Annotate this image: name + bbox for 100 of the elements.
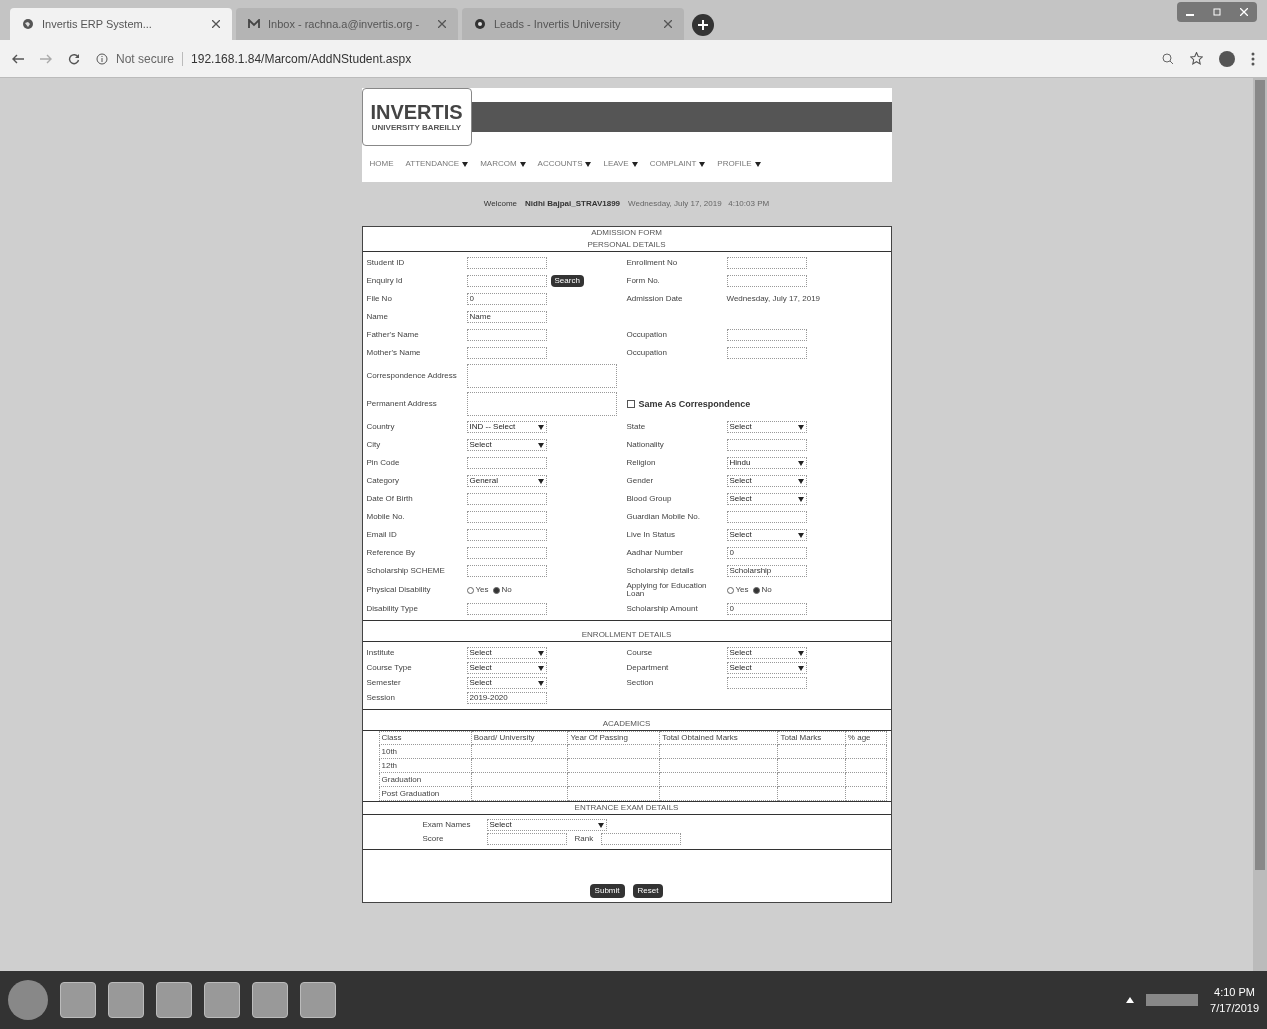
- browser-tab[interactable]: Invertis ERP System...: [10, 8, 232, 40]
- nav-menu-item[interactable]: COMPLAINT: [649, 158, 706, 170]
- input-cell[interactable]: [471, 786, 568, 801]
- input-field[interactable]: 2019-2020: [466, 692, 547, 704]
- window-controls[interactable]: [1177, 2, 1257, 22]
- scrollbar[interactable]: [1253, 78, 1267, 971]
- input-field[interactable]: 0: [466, 293, 547, 305]
- radio-button[interactable]: [466, 586, 474, 594]
- forward-arrow-icon[interactable]: [40, 53, 52, 64]
- input-cell[interactable]: [567, 772, 660, 787]
- input-field[interactable]: [726, 329, 807, 341]
- select-dropdown[interactable]: Select: [726, 421, 807, 433]
- select-dropdown[interactable]: Select: [466, 662, 547, 674]
- input-field[interactable]: [726, 257, 807, 269]
- input-field[interactable]: Name: [466, 311, 547, 323]
- textarea-field[interactable]: [466, 364, 617, 388]
- radio-label: No: [761, 586, 772, 594]
- input-field[interactable]: 0: [726, 603, 807, 615]
- checkbox[interactable]: [626, 400, 635, 408]
- input-cell[interactable]: [471, 772, 568, 787]
- input-field[interactable]: [466, 347, 547, 359]
- radio-button[interactable]: [492, 586, 500, 594]
- input-field[interactable]: [726, 275, 807, 287]
- tray-arrow-icon[interactable]: [1126, 997, 1135, 1003]
- radio-button[interactable]: [752, 586, 760, 594]
- select-dropdown[interactable]: Select: [466, 439, 547, 451]
- input-cell[interactable]: [845, 772, 886, 787]
- select-dropdown[interactable]: Select: [726, 493, 807, 505]
- input-cell[interactable]: [567, 744, 660, 759]
- select-dropdown[interactable]: Select: [726, 647, 807, 659]
- nav-menu-item[interactable]: ACCOUNTS: [537, 158, 592, 170]
- input-cell[interactable]: [777, 744, 846, 759]
- dropdown-arrow-icon: [797, 478, 804, 484]
- input-cell[interactable]: [471, 744, 568, 759]
- input-field[interactable]: [466, 275, 547, 287]
- textarea-field[interactable]: [466, 392, 617, 416]
- nav-menu-item[interactable]: PROFILE: [717, 158, 761, 170]
- select-dropdown[interactable]: Select: [466, 677, 547, 689]
- maximize-icon[interactable]: [1213, 8, 1221, 16]
- input-field[interactable]: [486, 833, 567, 845]
- select-dropdown[interactable]: Select: [726, 475, 807, 487]
- input-field[interactable]: [726, 511, 807, 523]
- close-icon[interactable]: [438, 20, 446, 28]
- menu-icon[interactable]: [1251, 51, 1255, 66]
- reload-icon[interactable]: [68, 52, 80, 65]
- input-cell[interactable]: [659, 758, 778, 773]
- input-cell[interactable]: [659, 786, 778, 801]
- select-dropdown[interactable]: IND -- Select: [466, 421, 547, 433]
- select-dropdown[interactable]: General: [466, 475, 547, 487]
- input-cell[interactable]: [659, 744, 778, 759]
- select-dropdown[interactable]: Select: [726, 529, 807, 541]
- new-tab-button[interactable]: [692, 14, 714, 36]
- input-cell[interactable]: [567, 758, 660, 773]
- nav-menu-item[interactable]: HOME: [369, 158, 394, 170]
- input-field[interactable]: [466, 511, 547, 523]
- start-button[interactable]: [8, 980, 48, 1020]
- field-label: City: [366, 441, 382, 449]
- close-icon[interactable]: [664, 20, 672, 28]
- input-field[interactable]: 0: [726, 547, 807, 559]
- input-cell[interactable]: [777, 772, 846, 787]
- nav-menu-item[interactable]: MARCOM: [480, 158, 526, 170]
- input-field[interactable]: Scholarship: [726, 565, 807, 577]
- select-dropdown[interactable]: Select: [486, 819, 607, 831]
- input-field[interactable]: [466, 603, 547, 615]
- radio-button[interactable]: [726, 586, 734, 594]
- input-field[interactable]: [466, 329, 547, 341]
- select-dropdown[interactable]: Hindu: [726, 457, 807, 469]
- search-button[interactable]: Search: [550, 275, 584, 287]
- input-cell[interactable]: [777, 786, 846, 801]
- input-cell[interactable]: [845, 744, 886, 759]
- address-bar[interactable]: Not secure 192.168.1.84/Marcom/AddNStudent.aspx: [96, 49, 1146, 68]
- input-field[interactable]: [466, 257, 547, 269]
- input-cell[interactable]: [471, 758, 568, 773]
- form-button[interactable]: Reset: [632, 884, 664, 898]
- form-button[interactable]: Submit: [589, 884, 625, 898]
- select-dropdown[interactable]: Select: [726, 662, 807, 674]
- input-cell[interactable]: [845, 758, 886, 773]
- nav-menu-item[interactable]: ATTENDANCE: [405, 158, 469, 170]
- input-field[interactable]: [726, 677, 807, 689]
- input-cell[interactable]: [659, 772, 778, 787]
- input-field[interactable]: [466, 547, 547, 559]
- profile-avatar[interactable]: [1219, 50, 1235, 67]
- input-field[interactable]: [466, 565, 547, 577]
- input-cell[interactable]: [567, 786, 660, 801]
- input-field[interactable]: [466, 493, 547, 505]
- input-field[interactable]: [601, 833, 682, 845]
- input-field[interactable]: [726, 347, 807, 359]
- input-field[interactable]: [466, 457, 547, 469]
- select-dropdown[interactable]: Select: [466, 647, 547, 659]
- star-icon[interactable]: [1190, 52, 1203, 65]
- zoom-icon[interactable]: [1162, 52, 1174, 65]
- close-icon[interactable]: [212, 20, 220, 28]
- browser-tab[interactable]: Inbox - rachna.a@invertis.org -: [236, 8, 458, 40]
- browser-tab[interactable]: Leads - Invertis University: [462, 8, 684, 40]
- input-cell[interactable]: [777, 758, 846, 773]
- input-field[interactable]: [726, 439, 807, 451]
- back-arrow-icon[interactable]: [12, 53, 24, 64]
- input-field[interactable]: [466, 529, 547, 541]
- nav-menu-item[interactable]: LEAVE: [603, 158, 638, 170]
- input-cell[interactable]: [845, 786, 886, 801]
